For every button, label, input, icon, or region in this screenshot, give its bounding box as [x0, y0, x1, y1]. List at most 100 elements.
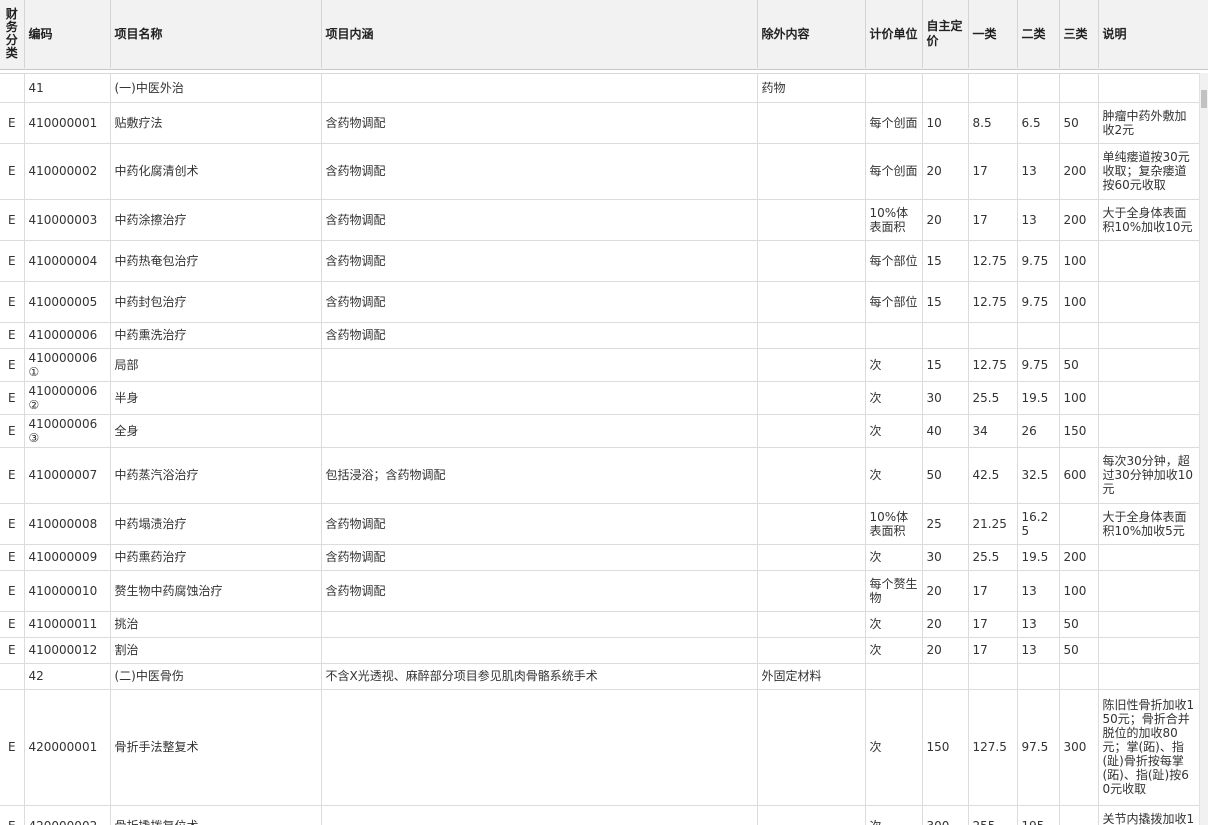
scrollbar-thumb[interactable] — [1201, 90, 1207, 108]
cell-code: 420000001 — [24, 689, 111, 806]
table-row[interactable]: E 410000006③ 全身 次 40 34 26 150 — [0, 414, 1199, 448]
cell-item-name: 中药蒸汽浴治疗 — [110, 447, 322, 504]
table-row[interactable]: E 410000005 中药封包治疗 含药物调配 每个部位 15 12.75 9.75 100 — [0, 281, 1199, 323]
table-row[interactable]: E 410000006① 局部 次 15 12.75 9.75 50 — [0, 348, 1199, 382]
column-header-notes[interactable]: 说明 — [1098, 0, 1208, 68]
cell-self-price: 10 — [922, 102, 969, 144]
cell-self-price: 300 — [922, 805, 969, 825]
column-header-fin-class[interactable]: 财务分类 — [0, 0, 25, 68]
column-header-class-2[interactable]: 二类 — [1017, 0, 1060, 68]
cell-pricing-unit: 每个部位 — [865, 240, 923, 282]
cell-fin-class: E — [0, 503, 25, 545]
cell-self-price: 25 — [922, 503, 969, 545]
column-header-item-content[interactable]: 项目内涵 — [321, 0, 758, 68]
cell-exclusions — [757, 281, 866, 323]
table-row[interactable]: E 410000006② 半身 次 30 25.5 19.5 100 — [0, 381, 1199, 415]
cell-class-2: 9.75 — [1017, 348, 1060, 382]
cell-item-name: 中药封包治疗 — [110, 281, 322, 323]
cell-class-1 — [968, 322, 1018, 349]
cell-code: 410000005 — [24, 281, 111, 323]
cell-notes — [1098, 281, 1199, 323]
cell-self-price: 30 — [922, 544, 969, 571]
cell-fin-class: E — [0, 544, 25, 571]
cell-fin-class: E — [0, 143, 25, 200]
cell-code: 410000010 — [24, 570, 111, 612]
table-row[interactable]: E 410000009 中药熏药治疗 含药物调配 次 30 25.5 19.5 200 — [0, 544, 1199, 571]
column-header-exclusions[interactable]: 除外内容 — [757, 0, 866, 68]
cell-pricing-unit — [865, 663, 923, 690]
cell-class-2: 13 — [1017, 199, 1060, 241]
table-row[interactable]: E 410000012 割治 次 20 17 13 50 — [0, 637, 1199, 664]
cell-class-2: 26 — [1017, 414, 1060, 448]
cell-class-1: 25.5 — [968, 544, 1018, 571]
table-row[interactable]: E 410000007 中药蒸汽浴治疗 包括浸浴；含药物调配 次 50 42.5 32.5 60… — [0, 447, 1199, 504]
cell-class-2: 16.25 — [1017, 503, 1060, 545]
cell-item-content — [321, 414, 758, 448]
column-header-item-name[interactable]: 项目名称 — [110, 0, 322, 68]
vertical-scrollbar[interactable] — [1199, 73, 1208, 825]
cell-class-1: 42.5 — [968, 447, 1018, 504]
cell-pricing-unit: 次 — [865, 381, 923, 415]
cell-class-3: 300 — [1059, 689, 1099, 806]
cell-notes — [1098, 663, 1199, 690]
table-body-scroll[interactable]: 41 (一)中医外治 药物 E 410000001 贴敷疗法 含药物调配 每个创面 10 8.5 6… — [0, 73, 1199, 825]
table-row[interactable]: E 420000001 骨折手法整复术 次 150 127.5 97.5 300 陈旧性骨折加收… — [0, 689, 1199, 806]
data-table: 41 (一)中医外治 药物 E 410000001 贴敷疗法 含药物调配 每个创面 10 8.5 6… — [0, 74, 1199, 825]
cell-item-content — [321, 381, 758, 415]
table-row[interactable]: E 410000008 中药塌渍治疗 含药物调配 10%体表面积 25 21.25 16.25… — [0, 503, 1199, 545]
cell-pricing-unit: 次 — [865, 637, 923, 664]
cell-class-3: 200 — [1059, 143, 1099, 200]
cell-code: 420000002 — [24, 805, 111, 825]
cell-item-name: 骨折手法整复术 — [110, 689, 322, 806]
cell-class-1: 17 — [968, 637, 1018, 664]
cell-notes — [1098, 544, 1199, 571]
column-header-class-1[interactable]: 一类 — [968, 0, 1018, 68]
table-row[interactable]: 42 (二)中医骨伤 不含X光透视、麻醉部分项目参见肌肉骨骼系统手术 外固定材料 — [0, 663, 1199, 690]
header-table: 财务分类 编码 项目名称 项目内涵 除外内容 计价单位 自主定价 一类 二类 三类 说明 — [0, 0, 1208, 68]
cell-item-name: 中药熏药治疗 — [110, 544, 322, 571]
cell-class-1: 17 — [968, 611, 1018, 638]
table-row[interactable]: E 410000002 中药化腐清创术 含药物调配 每个创面 20 17 13 200 单纯瘘道按… — [0, 143, 1199, 200]
table-row[interactable]: E 410000010 赘生物中药腐蚀治疗 含药物调配 每个赘生物 20 17 13 100 — [0, 570, 1199, 612]
cell-item-name: 割治 — [110, 637, 322, 664]
cell-class-3: 150 — [1059, 414, 1099, 448]
column-header-self-price[interactable]: 自主定价 — [922, 0, 969, 68]
cell-pricing-unit — [865, 74, 923, 103]
cell-pricing-unit: 次 — [865, 544, 923, 571]
cell-notes: 关节内撬拨加收100元 — [1098, 805, 1199, 825]
cell-exclusions — [757, 447, 866, 504]
cell-class-2: 19.5 — [1017, 381, 1060, 415]
table-row[interactable]: 41 (一)中医外治 药物 — [0, 74, 1199, 103]
cell-code: 410000001 — [24, 102, 111, 144]
cell-item-name: 挑治 — [110, 611, 322, 638]
cell-code: 410000007 — [24, 447, 111, 504]
table-row[interactable]: E420000002骨折撬拨复位术 次300255195 关节内撬拨加收100元 — [0, 805, 1199, 825]
cell-notes — [1098, 74, 1199, 103]
table-row[interactable]: E 410000001 贴敷疗法 含药物调配 每个创面 10 8.5 6.5 50 肿瘤中药外敷加… — [0, 102, 1199, 144]
table-row[interactable]: E 410000003 中药涂擦治疗 含药物调配 10%体表面积 20 17 13 200 大于全… — [0, 199, 1199, 241]
cell-code: 410000003 — [24, 199, 111, 241]
cell-class-1: 12.75 — [968, 240, 1018, 282]
cell-pricing-unit — [865, 322, 923, 349]
cell-item-name: (二)中医骨伤 — [110, 663, 322, 690]
cell-fin-class: E — [0, 805, 25, 825]
cell-self-price — [922, 663, 969, 690]
column-header-class-3[interactable]: 三类 — [1059, 0, 1099, 68]
cell-item-name: 中药化腐清创术 — [110, 143, 322, 200]
cell-class-3: 100 — [1059, 570, 1099, 612]
column-header-code[interactable]: 编码 — [24, 0, 111, 68]
cell-notes: 肿瘤中药外敷加收2元 — [1098, 102, 1199, 144]
cell-code: 410000002 — [24, 143, 111, 200]
cell-class-1 — [968, 74, 1018, 103]
table-row[interactable]: E 410000006 中药熏洗治疗 含药物调配 — [0, 322, 1199, 349]
cell-notes: 大于全身体表面积10%加收5元 — [1098, 503, 1199, 545]
table-view: 财务分类 编码 项目名称 项目内涵 除外内容 计价单位 自主定价 一类 二类 三类 说明 41 (一)… — [0, 0, 1208, 825]
column-header-pricing-unit[interactable]: 计价单位 — [865, 0, 923, 68]
cell-class-2: 9.75 — [1017, 240, 1060, 282]
cell-class-1: 8.5 — [968, 102, 1018, 144]
cell-fin-class: E — [0, 414, 25, 448]
table-row[interactable]: E 410000004 中药热奄包治疗 含药物调配 每个部位 15 12.75 9.75 100 — [0, 240, 1199, 282]
table-row[interactable]: E 410000011 挑治 次 20 17 13 50 — [0, 611, 1199, 638]
cell-code: 410000006 — [24, 322, 111, 349]
cell-fin-class: E — [0, 570, 25, 612]
